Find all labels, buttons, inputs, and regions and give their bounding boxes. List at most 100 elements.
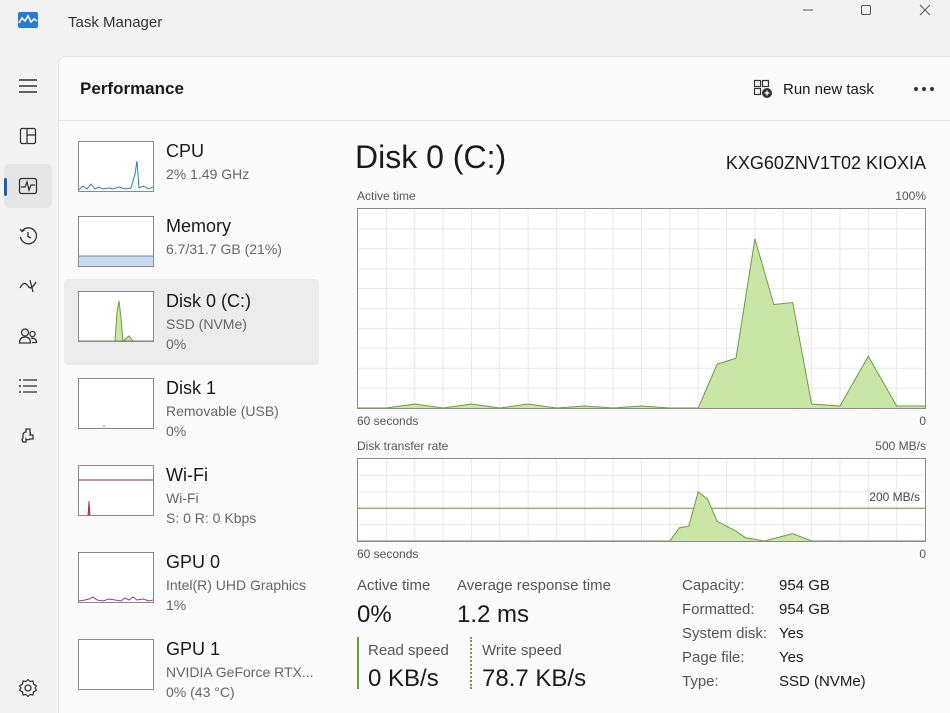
app-title: Task Manager [68, 14, 163, 31]
resource-item-gpu-0[interactable]: GPU 0 Intel(R) UHD Graphics 1% [64, 540, 319, 626]
disk-1-thumbnail-graph [78, 378, 154, 429]
close-icon [919, 4, 931, 16]
system-disk-value: Yes [779, 625, 804, 642]
maximize-icon [861, 5, 871, 15]
resource-item-disk-0[interactable]: Disk 0 (C:) SSD (NVMe) 0% [64, 279, 319, 365]
write-speed-value: 78.7 KB/s [482, 665, 587, 692]
capacity-value: 954 GB [779, 577, 830, 594]
resource-item-memory[interactable]: Memory 6.7/31.7 GB (21%) [64, 204, 319, 290]
disk-title: Disk 0 (C:) [355, 139, 507, 175]
resource-item-disk-1[interactable]: Disk 1 Removable (USB) 0% [64, 366, 319, 452]
performance-icon [18, 177, 38, 195]
task-manager-app-icon [18, 12, 38, 28]
active-time-graph-max: 100% [895, 189, 926, 203]
navigation-rail [0, 48, 58, 713]
wifi-thumbnail-graph [78, 465, 154, 516]
resource-usage: 1% [166, 597, 187, 613]
nav-app-history[interactable] [4, 214, 52, 258]
transfer-rate-graph-min: 0 [919, 547, 926, 561]
details-icon [19, 379, 37, 393]
resource-item-wifi[interactable]: Wi-Fi Wi-Fi S: 0 R: 0 Kbps [64, 453, 319, 539]
run-new-task-label: Run new task [783, 80, 874, 98]
minimize-button[interactable] [785, 0, 831, 20]
resource-item-cpu[interactable]: CPU 2% 1.49 GHz [64, 129, 319, 215]
transfer-rate-graph-xlabel: 60 seconds [357, 547, 419, 561]
transfer-rate-graph-label: Disk transfer rate [357, 439, 449, 453]
resource-usage: S: 0 R: 0 Kbps [166, 510, 257, 526]
transfer-rate-scale-line-label: 200 MB/s [869, 490, 920, 504]
type-value: SSD (NVMe) [779, 673, 866, 690]
nav-details[interactable] [4, 364, 52, 408]
resource-detail: 2% 1.49 GHz [166, 166, 250, 182]
read-speed-label: Read speed [368, 642, 449, 659]
run-new-task-button[interactable]: Run new task [753, 75, 874, 103]
nav-startup-apps[interactable] [4, 264, 52, 308]
avg-response-label: Average response time [457, 577, 611, 594]
resource-detail: Removable (USB) [166, 403, 279, 419]
menu-toggle-button[interactable] [4, 64, 52, 108]
memory-thumbnail-graph [78, 216, 154, 267]
run-task-icon [753, 79, 772, 98]
title-bar: Task Manager [0, 0, 950, 48]
nav-users[interactable] [4, 314, 52, 358]
resource-name: CPU [166, 141, 205, 161]
startup-apps-icon [19, 279, 37, 293]
resource-list: CPU 2% 1.49 GHz Memory 6.7/31.7 GB (21%)… [59, 121, 321, 713]
transfer-rate-chart [358, 459, 925, 541]
nav-services[interactable] [4, 414, 52, 458]
write-speed-marker [470, 637, 472, 689]
resource-name: Disk 0 (C:) [166, 291, 251, 311]
resource-usage: 0% [166, 336, 187, 352]
resource-name: Memory [166, 216, 232, 236]
main-panel: Performance Run new task CPU 2% 1.49 GHz… [58, 56, 950, 713]
write-speed-label: Write speed [482, 642, 562, 659]
transfer-rate-graph: 200 MB/s [357, 458, 926, 542]
active-time-graph-label: Active time [357, 189, 416, 203]
active-time-graph [357, 208, 926, 409]
app-history-icon [19, 227, 38, 245]
resource-usage: 0% (43 °C) [166, 684, 235, 700]
services-icon [21, 428, 34, 443]
active-time-label: Active time [357, 577, 431, 594]
active-time-graph-min: 0 [919, 414, 926, 428]
maximize-button[interactable] [843, 0, 889, 20]
active-time-graph-xlabel: 60 seconds [357, 414, 419, 428]
resource-name: Disk 1 [166, 378, 217, 398]
page-file-label: Page file: [682, 649, 745, 666]
resource-detail: Intel(R) UHD Graphics [166, 577, 307, 593]
disk-model: KXG60ZNV1T02 KIOXIA [725, 153, 926, 173]
transfer-rate-graph-max: 500 MB/s [875, 439, 926, 453]
resource-item-gpu-1[interactable]: GPU 1 NVIDIA GeForce RTX... 0% (43 °C) [64, 627, 319, 713]
formatted-label: Formatted: [682, 601, 755, 618]
active-time-chart [358, 209, 925, 408]
read-speed-marker [357, 637, 359, 689]
gpu-0-thumbnail-graph [78, 552, 154, 603]
nav-processes[interactable] [4, 114, 52, 158]
cpu-thumbnail-graph [78, 141, 154, 192]
resource-name: Wi-Fi [166, 465, 208, 485]
gpu-1-thumbnail-graph [78, 639, 154, 690]
resource-name: GPU 0 [166, 552, 221, 572]
nav-settings[interactable] [4, 666, 52, 710]
resource-usage: 0% [166, 423, 187, 439]
hamburger-icon [19, 79, 37, 93]
nav-performance[interactable] [4, 164, 52, 208]
page-header: Performance Run new task [59, 57, 950, 121]
resource-detail: Wi-Fi [166, 490, 199, 506]
resource-detail: 6.7/31.7 GB (21%) [166, 241, 282, 257]
system-disk-label: System disk: [682, 625, 768, 642]
read-speed-value: 0 KB/s [368, 665, 439, 692]
type-label: Type: [682, 673, 719, 690]
capacity-label: Capacity: [682, 577, 745, 594]
active-time-value: 0% [357, 601, 392, 628]
formatted-value: 954 GB [779, 601, 830, 618]
settings-icon [18, 678, 38, 698]
resource-detail: NVIDIA GeForce RTX... [166, 664, 314, 680]
more-options-button[interactable] [911, 77, 937, 101]
page-title: Performance [80, 79, 184, 98]
close-button[interactable] [902, 0, 948, 20]
users-icon [18, 328, 38, 344]
more-options-icon [914, 87, 934, 91]
resource-name: GPU 1 [166, 639, 221, 659]
page-file-value: Yes [779, 649, 804, 666]
